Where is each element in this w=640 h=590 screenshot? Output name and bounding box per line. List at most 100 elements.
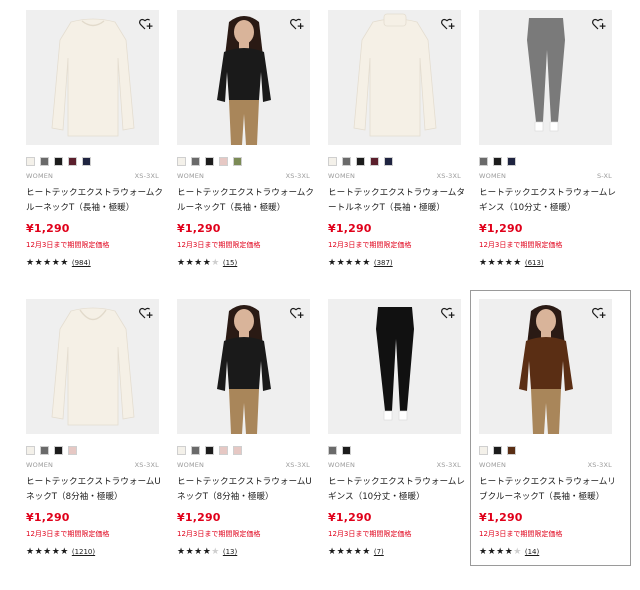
review-count-link[interactable]: (613) <box>525 259 544 267</box>
color-swatch[interactable] <box>479 446 488 455</box>
product-card[interactable]: WOMEN XS-3XL ヒートテックエクストラウォームリブクルーネックT（長袖・極… <box>470 290 631 566</box>
color-swatch[interactable] <box>205 446 214 455</box>
product-meta: WOMEN XS-3XL <box>177 172 310 180</box>
product-card[interactable]: WOMEN XS-3XL ヒートテックエクストラウォームUネックT（8分袖・極暖） ¥… <box>26 299 169 557</box>
color-swatch[interactable] <box>233 446 242 455</box>
heart-plus-icon[interactable] <box>290 16 304 30</box>
size-range: XS-3XL <box>587 461 612 469</box>
review-count-link[interactable]: (14) <box>525 548 539 556</box>
color-swatch[interactable] <box>507 446 516 455</box>
product-name[interactable]: ヒートテックエクストラウォームリブクルーネックT（長袖・極暖） <box>479 475 619 505</box>
color-swatch[interactable] <box>342 446 351 455</box>
color-swatch[interactable] <box>191 446 200 455</box>
review-count-link[interactable]: (984) <box>72 259 91 267</box>
product-name[interactable]: ヒートテックエクストラウォームレギンス（10分丈・極暖） <box>479 186 619 216</box>
product-name[interactable]: ヒートテックエクストラウォームクルーネックT（長袖・極暖） <box>177 186 317 216</box>
color-swatch[interactable] <box>384 157 393 166</box>
product-meta: WOMEN XS-3XL <box>479 461 612 469</box>
product-meta: WOMEN XS-3XL <box>328 172 461 180</box>
color-swatch[interactable] <box>177 446 186 455</box>
review-count-link[interactable]: (1210) <box>72 548 95 556</box>
gender-label: WOMEN <box>177 461 205 469</box>
size-range: XS-3XL <box>285 172 310 180</box>
product-card[interactable]: WOMEN XS-3XL ヒートテックエクストラウォームクルーネックT（長袖・極暖）… <box>177 10 320 268</box>
color-swatch[interactable] <box>68 446 77 455</box>
heart-plus-icon[interactable] <box>139 305 153 319</box>
shirt-illustration <box>353 13 437 137</box>
product-name[interactable]: ヒートテックエクストラウォームクルーネックT（長袖・極暖） <box>26 186 166 216</box>
promo-text: 12月3日まで期間限定価格 <box>177 241 261 249</box>
review-count-link[interactable]: (13) <box>223 548 237 556</box>
product-meta: WOMEN XS-3XL <box>177 461 310 469</box>
product-image[interactable] <box>177 10 310 145</box>
product-name[interactable]: ヒートテックエクストラウォームUネックT（8分袖・極暖） <box>177 475 317 505</box>
product-card[interactable]: WOMEN XS-3XL ヒートテックエクストラウォームUネックT（8分袖・極暖） ¥… <box>177 299 320 557</box>
size-range: XS-3XL <box>285 461 310 469</box>
rating-stars: ★★★★★ <box>479 258 522 268</box>
promo-text: 12月3日まで期間限定価格 <box>26 241 110 249</box>
color-swatch[interactable] <box>507 157 516 166</box>
product-name[interactable]: ヒートテックエクストラウォームUネックT（8分袖・極暖） <box>26 475 166 505</box>
color-swatch[interactable] <box>26 446 35 455</box>
color-swatch[interactable] <box>370 157 379 166</box>
color-swatch[interactable] <box>219 157 228 166</box>
heart-plus-icon[interactable] <box>441 16 455 30</box>
product-image[interactable] <box>328 10 461 145</box>
color-swatch[interactable] <box>40 446 49 455</box>
heart-plus-icon[interactable] <box>592 16 606 30</box>
heart-plus-icon[interactable] <box>592 305 606 319</box>
color-swatches <box>26 446 169 455</box>
product-image[interactable] <box>26 10 159 145</box>
color-swatch[interactable] <box>82 157 91 166</box>
rating-star-empty: ★ <box>211 258 220 268</box>
review-count-link[interactable]: (15) <box>223 259 237 267</box>
color-swatch[interactable] <box>219 446 228 455</box>
product-card[interactable]: WOMEN S-XL ヒートテックエクストラウォームレギンス（10分丈・極暖） ¥1,… <box>479 10 622 268</box>
model-illustration <box>519 305 573 434</box>
heart-plus-icon[interactable] <box>441 305 455 319</box>
promo-text: 12月3日まで期間限定価格 <box>177 530 261 538</box>
color-swatch[interactable] <box>54 157 63 166</box>
product-image[interactable] <box>479 299 612 434</box>
color-swatch[interactable] <box>233 157 242 166</box>
rating-stars: ★★★★★ <box>177 258 220 268</box>
heart-plus-icon[interactable] <box>290 305 304 319</box>
size-range: XS-3XL <box>134 172 159 180</box>
color-swatch[interactable] <box>356 157 365 166</box>
promo-text: 12月3日まで期間限定価格 <box>479 241 563 249</box>
review-count-link[interactable]: (7) <box>374 548 384 556</box>
color-swatch[interactable] <box>40 157 49 166</box>
size-range: XS-3XL <box>134 461 159 469</box>
color-swatch[interactable] <box>68 157 77 166</box>
product-price: ¥1,290 <box>479 222 523 235</box>
color-swatch[interactable] <box>54 446 63 455</box>
leggings-illustration <box>527 18 565 132</box>
product-card[interactable]: WOMEN XS-3XL ヒートテックエクストラウォームレギンス（10分丈・極暖） ¥… <box>328 299 471 557</box>
color-swatch[interactable] <box>328 446 337 455</box>
review-count-link[interactable]: (387) <box>374 259 393 267</box>
color-swatch[interactable] <box>26 157 35 166</box>
product-card[interactable]: WOMEN XS-3XL ヒートテックエクストラウォームタートルネックT（長袖・極暖… <box>328 10 471 268</box>
color-swatch[interactable] <box>191 157 200 166</box>
color-swatch[interactable] <box>493 157 502 166</box>
product-name[interactable]: ヒートテックエクストラウォームタートルネックT（長袖・極暖） <box>328 186 468 216</box>
color-swatch[interactable] <box>479 157 488 166</box>
color-swatch[interactable] <box>205 157 214 166</box>
color-swatch[interactable] <box>493 446 502 455</box>
product-price: ¥1,290 <box>328 222 372 235</box>
product-image[interactable] <box>479 10 612 145</box>
product-card[interactable]: WOMEN XS-3XL ヒートテックエクストラウォームクルーネックT（長袖・極暖）… <box>26 10 169 268</box>
size-range: S-XL <box>596 172 612 180</box>
gender-label: WOMEN <box>479 172 507 180</box>
color-swatch[interactable] <box>328 157 337 166</box>
promo-text: 12月3日まで期間限定価格 <box>26 530 110 538</box>
product-name[interactable]: ヒートテックエクストラウォームレギンス（10分丈・極暖） <box>328 475 468 505</box>
product-image[interactable] <box>177 299 310 434</box>
product-image[interactable] <box>328 299 461 434</box>
color-swatch[interactable] <box>177 157 186 166</box>
heart-plus-icon[interactable] <box>139 16 153 30</box>
color-swatch[interactable] <box>342 157 351 166</box>
rating-stars: ★★★★★ <box>328 547 371 557</box>
product-image[interactable] <box>26 299 159 434</box>
shirt-illustration <box>51 307 135 426</box>
